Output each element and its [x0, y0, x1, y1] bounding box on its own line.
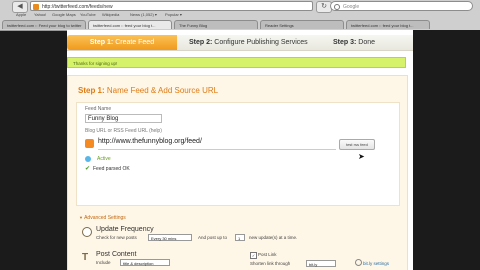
panel-title-text: Name Feed & Add Source URL: [106, 86, 219, 95]
bookmark-item[interactable]: Yahoo!: [34, 12, 46, 17]
page-content: Step 1: Create Feed Step 2: Configure Pu…: [67, 30, 413, 270]
browser-tab[interactable]: twitterfeed.com :: Feed your blog to twi…: [2, 20, 86, 29]
search-placeholder: Google: [343, 4, 360, 10]
feed-name-label: Feed Name: [85, 106, 112, 112]
include-label: Include: [96, 260, 111, 265]
include-content-select[interactable]: title & description: [120, 259, 170, 266]
browser-tab[interactable]: Reader Settings: [260, 20, 344, 29]
panel-title-prefix: Step 1:: [78, 86, 105, 95]
bookmark-item[interactable]: Popular ▾: [165, 12, 182, 17]
post-link-label: Post Link: [258, 252, 277, 257]
active-toggle[interactable]: Active: [97, 156, 111, 162]
clock-icon: [82, 227, 92, 237]
tab-strip: twitterfeed.com :: Feed your blog to twi…: [0, 19, 480, 30]
step-2-prefix: Step 2:: [189, 39, 213, 46]
bookmark-item[interactable]: Google Maps: [52, 12, 76, 17]
gear-icon: [355, 259, 362, 266]
browser-tab-active[interactable]: twitterfeed.com :: feed your blog t...: [88, 20, 172, 29]
feed-name-input[interactable]: Funny Blog: [85, 114, 162, 123]
check-frequency-select[interactable]: Every 30 mins: [148, 234, 192, 241]
bookmark-item[interactable]: News (1,052) ▾: [130, 12, 157, 17]
mouse-cursor-icon: ➤: [358, 152, 365, 161]
panel-title: Step 1: Name Feed & Add Source URL: [78, 86, 218, 95]
rss-icon: [85, 139, 94, 148]
post-content-title: Post Content: [96, 251, 137, 258]
check-icon: ✔: [85, 166, 91, 172]
post-up-to-label: And post up to: [198, 235, 228, 240]
twitter-bird-icon: [85, 156, 91, 162]
update-frequency-title: Update Frequency: [96, 226, 154, 233]
post-count-select[interactable]: 1: [235, 234, 245, 241]
create-feed-panel: Step 1: Name Feed & Add Source URL Feed …: [67, 75, 408, 270]
shortener-select[interactable]: bit.ly: [306, 260, 336, 267]
step-1-label: Create Feed: [115, 39, 155, 46]
feed-parsed-status: Feed parsed OK: [93, 166, 130, 172]
blog-url-input[interactable]: http://www.thefunnyblog.org/feed/: [98, 138, 202, 145]
step-3-prefix: Step 3:: [333, 39, 357, 46]
post-count-suffix: new update(s) at a time.: [249, 235, 298, 240]
test-rss-feed-button[interactable]: test rss feed: [339, 139, 375, 150]
browser-tab[interactable]: twitterfeed.com :: feed your blog t...: [346, 20, 430, 29]
bookmark-item[interactable]: YouTube: [80, 12, 96, 17]
search-bar[interactable]: Google: [330, 1, 473, 11]
step-3-done: Step 3: Done: [333, 35, 375, 50]
url-field-underline: [98, 149, 336, 150]
search-icon: [334, 4, 340, 10]
bookmark-item[interactable]: Wikipedia: [102, 12, 119, 17]
desktop-background: [413, 30, 480, 270]
blog-url-label: Blog URL or RSS Feed URL (help): [85, 128, 162, 134]
favicon-icon: [33, 4, 39, 10]
text-format-icon: T: [82, 252, 89, 263]
step-1-create-feed: Step 1: Create Feed: [67, 35, 177, 50]
bookmarks-bar: Apple Yahoo! Google Maps YouTube Wikiped…: [0, 12, 480, 19]
triangle-down-icon: ▼: [79, 215, 83, 220]
url-text: http://twitterfeed.com/feeds/new: [42, 4, 113, 10]
bitly-settings-link[interactable]: bit.ly settings: [363, 261, 389, 266]
step-progress-bar: Step 1: Create Feed Step 2: Configure Pu…: [67, 35, 413, 51]
signup-notice: Thanks for signing up!: [67, 57, 406, 68]
step-2-label: Configure Publishing Services: [214, 39, 308, 46]
browser-toolbar: ◀ http://twitterfeed.com/feeds/new ↻ Goo…: [0, 0, 480, 31]
check-posts-label: Check for new posts: [96, 235, 137, 240]
shorten-link-label: Shorten link through: [250, 261, 291, 266]
bookmark-item[interactable]: Apple: [16, 12, 26, 17]
post-link-checkbox[interactable]: ✓: [250, 252, 257, 259]
step-3-label: Done: [358, 39, 376, 46]
advanced-settings-toggle[interactable]: ▼ Advanced Settings: [79, 215, 126, 221]
advanced-settings-label: Advanced Settings: [84, 215, 126, 221]
step-1-prefix: Step 1:: [89, 39, 114, 46]
url-bar[interactable]: http://twitterfeed.com/feeds/new: [30, 1, 313, 11]
browser-window: ◀ http://twitterfeed.com/feeds/new ↻ Goo…: [0, 0, 480, 270]
step-2-configure: Step 2: Configure Publishing Services: [189, 35, 308, 50]
browser-tab[interactable]: The Funny Blog: [174, 20, 258, 29]
